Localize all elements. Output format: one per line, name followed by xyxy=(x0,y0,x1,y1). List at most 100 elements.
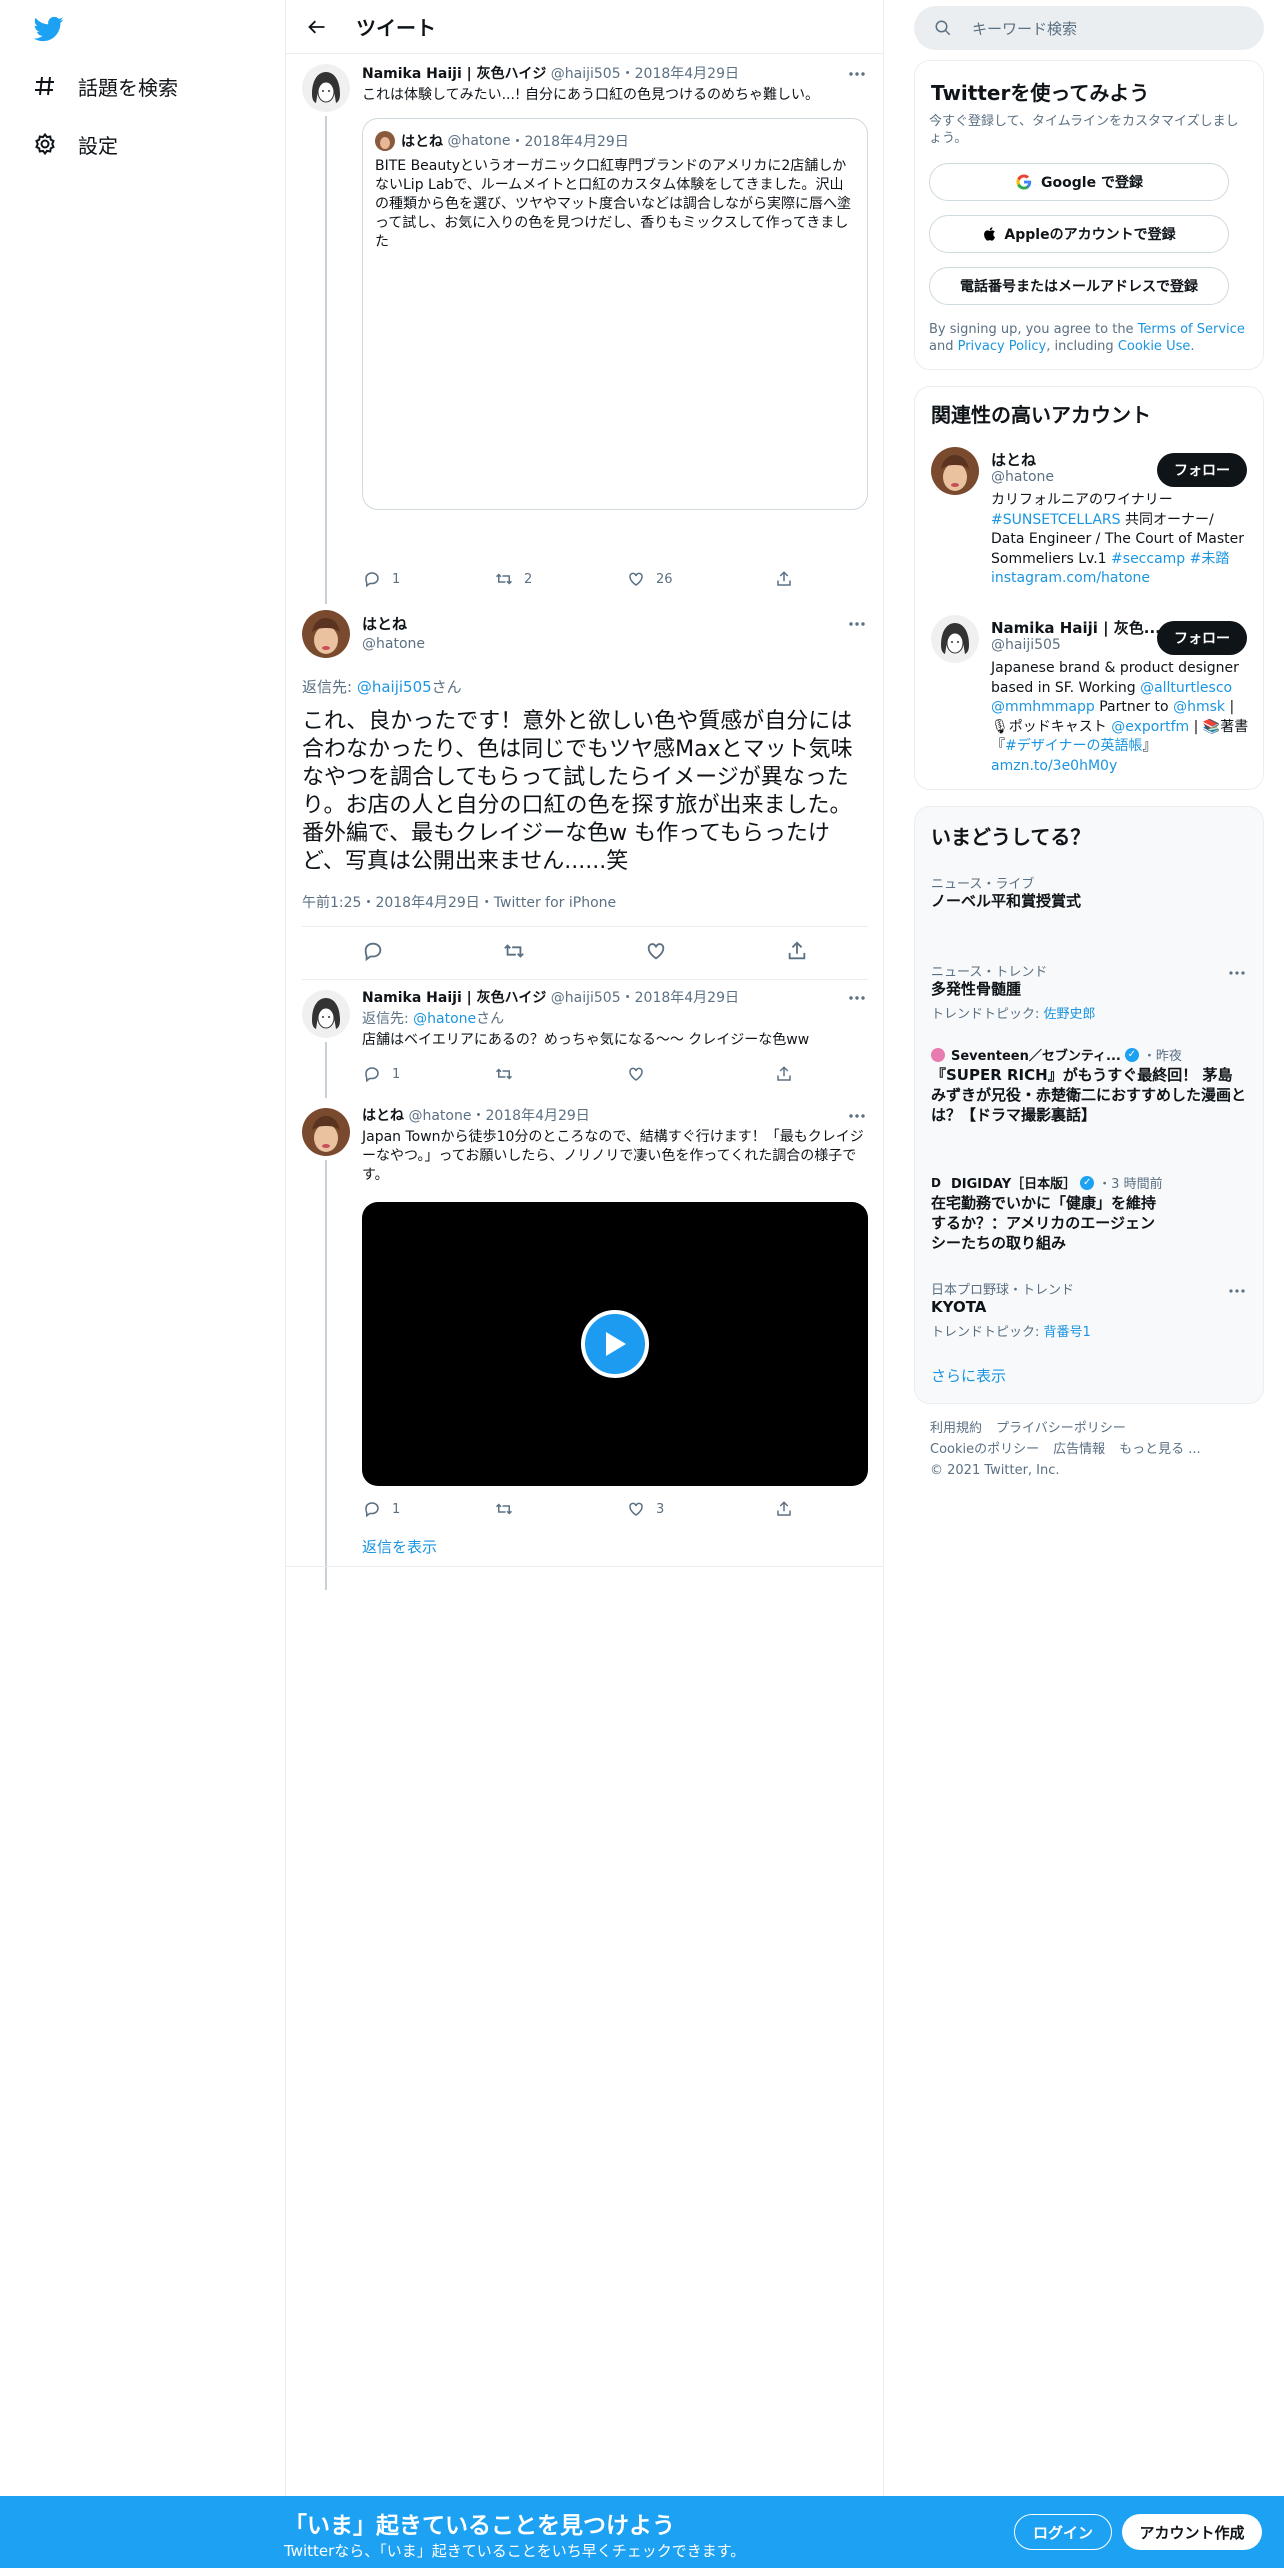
reply-to-link[interactable]: @hatone xyxy=(413,1011,476,1027)
account-handle[interactable]: @hatone xyxy=(991,469,1054,485)
heart-icon xyxy=(626,1499,646,1519)
play-button[interactable] xyxy=(581,1310,649,1378)
signup-button[interactable]: アカウント作成 xyxy=(1122,2514,1262,2550)
apple-signup-button[interactable]: Appleのアカウントで登録 xyxy=(929,215,1229,253)
like-button[interactable]: 26 xyxy=(626,568,774,590)
author-name[interactable]: Namika Haiji | 灰色ハイジ xyxy=(362,990,546,1006)
author-handle[interactable]: @hatone xyxy=(362,634,425,654)
footer-link[interactable]: 広告情報 xyxy=(1053,1442,1105,1457)
reply-to-link[interactable]: @haiji505 xyxy=(357,678,432,696)
source-logo-icon xyxy=(931,1047,945,1062)
share-button[interactable] xyxy=(774,1063,804,1085)
avatar[interactable] xyxy=(931,615,979,663)
account-handle[interactable]: @haiji505 xyxy=(991,637,1061,653)
relevant-accounts-panel: 関連性の高いアカウント はとね @hatone フォロー カリフォルニアのワイナ… xyxy=(914,386,1264,790)
retweet-button[interactable] xyxy=(494,1063,626,1085)
show-more-link[interactable]: さらに表示 xyxy=(931,1365,1006,1386)
video-player[interactable] xyxy=(362,1202,868,1486)
follow-button[interactable]: フォロー xyxy=(1157,453,1247,487)
trend-title[interactable]: 『SUPER RICH』がもうすぐ最終回！ 茅島みずきが兄役・赤楚衛二におすすめ… xyxy=(931,1065,1247,1125)
trend-title[interactable]: 多発性骨髄腫 xyxy=(931,979,1239,999)
login-button[interactable]: ログイン xyxy=(1014,2514,1112,2550)
search-input[interactable]: キーワード検索 xyxy=(914,6,1264,50)
phone-email-signup-button[interactable]: 電話番号またはメールアドレスで登録 xyxy=(929,267,1229,305)
like-button[interactable] xyxy=(645,940,667,966)
tweet-text: これは体験してみたい...! 自分にあう口紅の色見つけるのめちゃ難しい。 xyxy=(362,87,819,103)
footer-link[interactable]: Cookieのポリシー xyxy=(930,1442,1039,1457)
reply-button[interactable]: 1 xyxy=(362,1498,494,1520)
retweet-button[interactable]: 2 xyxy=(494,568,626,590)
account-bio: カリフォルニアのワイナリー#SUNSETCELLARS 共同オーナー/ Data… xyxy=(991,492,1244,586)
trend-title[interactable]: KYOTA xyxy=(931,1297,1239,1317)
author-handle[interactable]: @haiji505 xyxy=(551,66,621,82)
author-name[interactable]: Namika Haiji | 灰色ハイジ xyxy=(362,66,546,82)
footer-links: 利用規約 プライバシーポリシー Cookieのポリシー 広告情報 もっと見る ... … xyxy=(930,1418,1250,1481)
tweet-parent[interactable]: Namika Haiji | 灰色ハイジ @haiji505・2018年4月29… xyxy=(286,54,884,604)
quoted-author-name: はとね xyxy=(401,134,443,150)
share-icon xyxy=(774,1064,794,1084)
more-options-icon[interactable] xyxy=(846,988,868,1008)
tweet-date[interactable]: 2018年4月29日 xyxy=(635,990,739,1006)
share-icon xyxy=(789,941,806,960)
footer-link[interactable]: 利用規約 xyxy=(930,1421,982,1436)
reply-button[interactable] xyxy=(362,940,384,966)
share-button[interactable] xyxy=(774,568,804,590)
author-handle[interactable]: @haiji505 xyxy=(551,990,621,1006)
follow-button[interactable]: フォロー xyxy=(1157,621,1247,655)
signup-title: Twitterを使ってみよう xyxy=(931,81,1150,105)
back-arrow-icon[interactable] xyxy=(302,12,332,42)
retweet-button[interactable] xyxy=(503,940,525,966)
trend-title[interactable]: 在宅勤務でいかに「健康」を維持するか？：アメリカのエージェンシーたちの取り組み xyxy=(931,1193,1163,1253)
footer-link[interactable]: もっと見る ... xyxy=(1119,1442,1201,1457)
retweet-button[interactable] xyxy=(494,1498,626,1520)
gear-icon xyxy=(32,131,58,157)
footer-link[interactable]: プライバシーポリシー xyxy=(996,1421,1126,1436)
signup-legal: By signing up, you agree to the Terms of… xyxy=(929,322,1245,354)
like-button[interactable]: 3 xyxy=(626,1498,774,1520)
privacy-link[interactable]: Privacy Policy xyxy=(958,339,1047,354)
avatar[interactable] xyxy=(302,610,350,658)
terms-link[interactable]: Terms of Service xyxy=(1138,322,1245,337)
account-name[interactable]: Namika Haiji | 灰色... xyxy=(991,617,1161,638)
sidebar-item-settings[interactable]: 設定 xyxy=(32,124,118,164)
bottom-bar-title: 「いま」起きていることを見つけよう xyxy=(284,2513,675,2539)
reply-button[interactable]: 1 xyxy=(362,1063,494,1085)
tweet-header: Namika Haiji | 灰色ハイジ @haiji505・2018年4月29… xyxy=(362,990,739,1006)
google-signup-button[interactable]: Google で登録 xyxy=(929,163,1229,201)
search-placeholder: キーワード検索 xyxy=(972,19,1078,38)
tweet-reply[interactable]: Namika Haiji | 灰色ハイジ @haiji505・2018年4月29… xyxy=(286,980,884,1098)
more-options-icon[interactable] xyxy=(846,1106,868,1126)
trend-title[interactable]: ノーベル平和賞授賞式 xyxy=(931,891,1239,911)
show-replies-link[interactable]: 返信を表示 xyxy=(362,1538,868,1557)
share-button[interactable] xyxy=(774,1498,804,1520)
tweet-date[interactable]: 2018年4月29日 xyxy=(635,66,739,82)
relevant-title: 関連性の高いアカウント xyxy=(931,403,1151,427)
tweet-actions: 1 3 xyxy=(362,1498,868,1520)
bottom-signup-bar: 「いま」起きていることを見つけよう Twitterなら、「いま」起きていることを… xyxy=(0,2496,1284,2568)
retweet-icon xyxy=(494,1499,514,1519)
tweet-meta[interactable]: 午前1:25・2018年4月29日・Twitter for iPhone xyxy=(302,892,616,912)
verified-badge-icon: ✓ xyxy=(1124,1047,1139,1062)
avatar[interactable] xyxy=(302,1108,350,1156)
cookie-link[interactable]: Cookie Use xyxy=(1118,339,1191,354)
avatar[interactable] xyxy=(302,990,350,1038)
quoted-tweet[interactable]: はとね @hatone ・ 2018年4月29日 BITE Beautyというオーガ… xyxy=(362,118,868,510)
retweet-icon xyxy=(494,1064,514,1084)
tweet-date[interactable]: 2018年4月29日 xyxy=(485,1108,589,1124)
author-name[interactable]: はとね xyxy=(362,1108,404,1124)
avatar[interactable] xyxy=(302,64,350,112)
trend-category: ニュース・ライブ xyxy=(931,877,1035,892)
sidebar-item-explore[interactable]: 話題を検索 xyxy=(32,66,178,106)
reply-button[interactable]: 1 xyxy=(362,568,494,590)
like-button[interactable] xyxy=(626,1063,774,1085)
account-name[interactable]: はとね xyxy=(991,449,1036,470)
more-options-icon[interactable] xyxy=(846,614,868,634)
avatar[interactable] xyxy=(931,447,979,495)
twitter-logo-icon[interactable] xyxy=(32,14,66,44)
author-name[interactable]: はとね xyxy=(362,614,407,634)
share-button[interactable] xyxy=(786,940,808,966)
more-options-icon[interactable] xyxy=(846,64,868,84)
tweet-reply-video[interactable]: はとね @hatone・2018年4月29日 Japan Townから徒歩10分… xyxy=(286,1098,884,1590)
author-handle[interactable]: @hatone xyxy=(408,1108,471,1124)
sidebar-item-label: 設定 xyxy=(78,133,118,158)
